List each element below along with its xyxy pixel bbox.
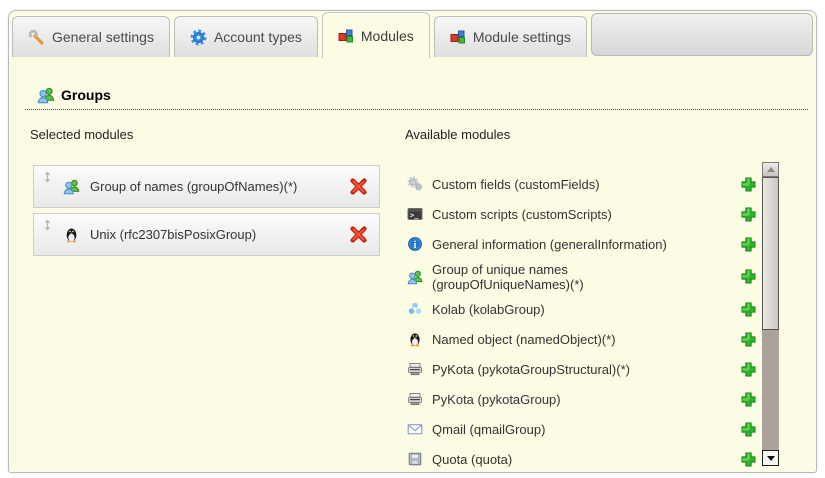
- green-plus-icon[interactable]: [740, 268, 757, 285]
- tux-icon: [407, 331, 423, 347]
- module-label: Kolab (kolabGroup): [432, 302, 545, 317]
- available-module-row: Kolab (kolabGroup): [407, 294, 757, 324]
- svg-text:>_: >_: [410, 212, 419, 220]
- config-panel: General settings Account types Modul: [8, 10, 817, 473]
- green-plus-icon[interactable]: [740, 391, 757, 408]
- selected-modules-heading: Selected modules: [30, 127, 133, 142]
- tab-general-settings[interactable]: General settings: [12, 16, 170, 57]
- available-module-row: Group of unique names (groupOfUniqueName…: [407, 259, 757, 294]
- module-label: PyKota (pykotaGroupStructural)(*): [432, 362, 630, 377]
- triangle-down-icon: [767, 456, 775, 461]
- group-icon: [407, 269, 423, 285]
- scrollbar-down-button[interactable]: [762, 450, 779, 466]
- available-module-row: >_ Custom scripts (customScripts): [407, 199, 757, 229]
- selected-module-row: Unix (rfc2307bisPosixGroup): [33, 213, 380, 256]
- tab-bar-filler: [591, 13, 813, 56]
- red-x-icon[interactable]: [350, 178, 367, 195]
- green-plus-icon[interactable]: [740, 451, 757, 468]
- green-plus-icon[interactable]: [740, 236, 757, 253]
- available-module-row: PyKota (pykotaGroup): [407, 384, 757, 414]
- modules-cubes-icon: [338, 28, 354, 44]
- tab-label: General settings: [52, 29, 154, 45]
- module-label: Custom scripts (customScripts): [432, 207, 612, 222]
- tux-icon: [63, 226, 80, 243]
- updown-arrow-icon[interactable]: [42, 171, 53, 183]
- green-plus-icon[interactable]: [740, 206, 757, 223]
- updown-arrow-icon[interactable]: [42, 219, 53, 231]
- svg-text:i: i: [414, 240, 417, 251]
- triangle-up-icon: [767, 167, 775, 172]
- module-label: PyKota (pykotaGroup): [432, 392, 561, 407]
- green-plus-icon[interactable]: [740, 331, 757, 348]
- green-plus-icon[interactable]: [740, 421, 757, 438]
- scrollbar-thumb[interactable]: [762, 177, 779, 330]
- wrench-icon: [28, 29, 45, 46]
- module-label: Named object (namedObject)(*): [432, 332, 616, 347]
- groups-icon: [37, 86, 55, 104]
- available-modules-list: Custom fields (customFields) >_ Custom s…: [407, 169, 757, 474]
- gears-icon: [407, 176, 423, 192]
- module-label: Unix (rfc2307bisPosixGroup): [90, 227, 256, 242]
- printer-icon: [407, 391, 423, 407]
- green-plus-icon[interactable]: [740, 176, 757, 193]
- green-plus-icon[interactable]: [740, 301, 757, 318]
- info-icon: i: [407, 236, 423, 252]
- disk-icon: [407, 451, 423, 467]
- available-module-row: Custom fields (customFields): [407, 169, 757, 199]
- available-module-row: PyKota (pykotaGroupStructural)(*): [407, 354, 757, 384]
- green-plus-icon[interactable]: [740, 361, 757, 378]
- module-label: Custom fields (customFields): [432, 177, 600, 192]
- section-heading-groups: Groups: [25, 86, 808, 110]
- group-icon: [63, 178, 80, 195]
- tab-module-settings[interactable]: Module settings: [434, 16, 587, 57]
- tab-label: Module settings: [473, 29, 571, 45]
- red-x-icon[interactable]: [350, 226, 367, 243]
- available-modules-scrollbar: [762, 162, 779, 466]
- printer-icon: [407, 361, 423, 377]
- module-label: Quota (quota): [432, 452, 512, 467]
- scrollbar-track[interactable]: [762, 177, 779, 450]
- envelope-icon: [407, 421, 423, 437]
- available-modules-heading: Available modules: [405, 127, 510, 142]
- module-label: Qmail (qmailGroup): [432, 422, 545, 437]
- tab-account-types[interactable]: Account types: [174, 16, 318, 57]
- selected-modules-list: Group of names (groupOfNames)(*): [33, 165, 380, 261]
- module-label: Group of names (groupOfNames)(*): [90, 179, 297, 194]
- module-label: Group of unique names (groupOfUniqueName…: [432, 262, 662, 292]
- module-label: General information (generalInformation): [432, 237, 667, 252]
- available-module-row: Qmail (qmailGroup): [407, 414, 757, 444]
- modules-cubes-icon: [450, 29, 466, 45]
- available-module-row: Named object (namedObject)(*): [407, 324, 757, 354]
- section-title: Groups: [61, 87, 111, 103]
- tab-modules[interactable]: Modules: [322, 12, 430, 58]
- tab-label: Account types: [214, 29, 302, 45]
- available-module-row: i General information (generalInformatio…: [407, 229, 757, 259]
- available-module-row: Quota (quota): [407, 444, 757, 474]
- terminal-icon: >_: [407, 206, 423, 222]
- selected-module-row: Group of names (groupOfNames)(*): [33, 165, 380, 208]
- blue-gear-icon: [190, 29, 207, 46]
- scrollbar-up-button[interactable]: [762, 162, 779, 177]
- tab-bar: General settings Account types Modul: [9, 11, 816, 57]
- tab-label: Modules: [361, 28, 414, 44]
- kolab-icon: [407, 301, 423, 317]
